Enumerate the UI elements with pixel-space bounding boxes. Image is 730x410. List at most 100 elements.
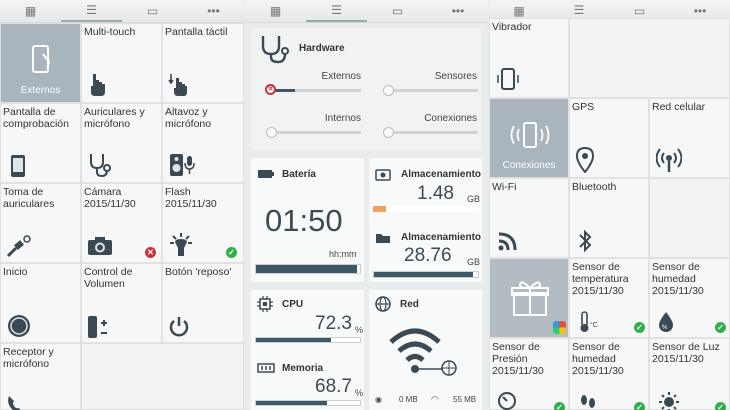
tile-wifi[interactable]: Wi-Fi xyxy=(489,178,569,258)
tile-flash[interactable]: Flash 2015/11/30 ✓ xyxy=(162,183,244,263)
storage2-unit: GB xyxy=(467,257,481,267)
hardware-card: Hardware Externos ✕ Sensores Internos Co… xyxy=(251,28,482,150)
svg-text:%: % xyxy=(662,325,668,331)
cell-tower-icon xyxy=(656,148,682,172)
smartphone-icon xyxy=(11,155,25,177)
tile-sensor-humedad-1[interactable]: Sensor de humedad 2015/11/30 % ✓ xyxy=(649,258,730,338)
ok-badge-icon: ✓ xyxy=(715,402,726,410)
tile-label: Wi-Fi xyxy=(492,181,517,193)
externos-label: Externos xyxy=(321,71,361,82)
tile-label: Sensor de humedad 2015/11/30 xyxy=(572,341,624,377)
ok-badge-icon: ✓ xyxy=(554,402,565,410)
phone-receiver-icon xyxy=(8,396,21,410)
tile-label: Sensor de Luz 2015/11/30 xyxy=(652,341,720,365)
thermometer-icon: °C xyxy=(580,311,598,332)
red-title: Red xyxy=(400,299,419,310)
tile-multi-touch[interactable]: Multi-touch xyxy=(81,23,162,103)
hardware-title: Hardware xyxy=(299,43,345,54)
ok-badge-icon: ✓ xyxy=(634,402,645,410)
top-tab-bar: ▦ ☰ ▭ ••• xyxy=(245,0,488,23)
tile-pantalla-comprobacion[interactable]: Pantalla de comprobación xyxy=(0,103,81,183)
tile-label: Externos xyxy=(20,85,61,96)
touch-arrows-icon xyxy=(168,74,187,96)
tile-label: GPS xyxy=(572,101,595,113)
tile-inicio[interactable]: Inicio xyxy=(0,263,81,343)
tile-label: Red celular xyxy=(652,101,706,113)
svg-text:°C: °C xyxy=(590,321,598,329)
tab-table-icon[interactable]: ▦ xyxy=(245,0,306,22)
externos-fail-knob-icon[interactable]: ✕ xyxy=(265,84,276,95)
tile-sensor-humedad-2[interactable]: Sensor de humedad 2015/11/30 ✓ xyxy=(569,338,649,410)
cpu-value: 72.3 xyxy=(315,313,352,334)
fail-badge-icon: ✕ xyxy=(145,247,156,258)
tab-table-icon[interactable]: ▦ xyxy=(0,0,61,22)
wifi-data-usage: 55 MB xyxy=(453,395,477,404)
storage1-level-fill xyxy=(373,206,386,212)
tile-boton-reposo[interactable]: Botón 'reposo' xyxy=(162,263,244,343)
tab-more-icon[interactable]: ••• xyxy=(183,0,244,22)
vibrate-phone-icon xyxy=(497,68,519,90)
tile-pantalla-tactil[interactable]: Pantalla táctil xyxy=(162,23,244,103)
tile-gps[interactable]: GPS xyxy=(569,98,649,178)
conexiones-slider[interactable] xyxy=(388,131,478,134)
phone-signal-icon xyxy=(510,122,550,148)
bluetooth-icon xyxy=(579,229,592,253)
tile-label: Bluetooth xyxy=(572,181,617,193)
battery-level-bar xyxy=(255,264,361,274)
top-tab-bar: ▦ ☰ ▭ ••• xyxy=(0,0,244,23)
tile-camara[interactable]: Cámara 2015/11/30 ✕ xyxy=(81,183,162,263)
sensores-slider[interactable] xyxy=(388,89,478,92)
storage1-value: 1.48 xyxy=(417,183,454,204)
storage2-value: 28.76 xyxy=(404,245,452,266)
memoria-unit: % xyxy=(355,388,364,398)
tab-battery-icon[interactable]: ▭ xyxy=(367,0,428,22)
memory-icon xyxy=(257,363,275,373)
phone-touch-icon xyxy=(32,45,51,73)
storage2-level-bar xyxy=(373,271,479,278)
network-card[interactable]: Red ◉ 0 MB ◠ 55 MB xyxy=(369,290,482,410)
water-drop-icon: % xyxy=(659,312,673,332)
tile-toma-auriculares[interactable]: Toma de auriculares xyxy=(0,183,81,263)
tile-label: Vibrador xyxy=(492,21,532,33)
tile-bluetooth[interactable]: Bluetooth xyxy=(569,178,649,258)
tile-label: Sensor de humedad 2015/11/30 xyxy=(652,261,704,297)
storage1-title: Almacenamiento xyxy=(401,169,482,180)
audio-jack-icon xyxy=(6,235,31,258)
wifi-icon: ◠ xyxy=(431,394,439,404)
empty-tile xyxy=(81,343,244,410)
tile-vibrador[interactable]: Vibrador xyxy=(489,18,569,98)
globe-icon xyxy=(375,296,391,312)
internos-slider[interactable] xyxy=(271,131,361,134)
tile-auriculares-microfono[interactable]: Auriculares y micrófono xyxy=(81,103,162,183)
storage-card[interactable]: Almacenamiento 1.48 GB Almacenamiento 28… xyxy=(369,158,482,282)
tile-gift-promo[interactable] xyxy=(489,258,569,338)
tile-red-celular[interactable]: Red celular xyxy=(649,98,730,178)
tile-label: Toma de auriculares xyxy=(3,186,55,210)
tile-sensor-luz[interactable]: Sensor de Luz 2015/11/30 ✓ xyxy=(649,338,730,410)
tab-checklist-icon[interactable]: ☰ xyxy=(306,0,367,22)
tab-more-icon[interactable]: ••• xyxy=(428,0,488,22)
location-pin-icon xyxy=(576,147,594,173)
battery-card[interactable]: Batería 01:50 hh:mm xyxy=(251,158,364,282)
gift-icon xyxy=(511,281,549,316)
panel-sensores: ▦ ☰ ▭ ••• Vibrador Conexiones GPS Red ce… xyxy=(489,0,730,410)
tile-receptor-microfono[interactable]: Receptor y micrófono xyxy=(0,343,81,410)
folder-icon xyxy=(376,234,390,243)
sensores-knob[interactable] xyxy=(383,85,394,96)
empty-tile xyxy=(649,178,730,258)
tile-label: Sensor de temperatura 2015/11/30 xyxy=(572,261,629,297)
tab-battery-icon[interactable]: ▭ xyxy=(122,0,183,22)
battery-time: 01:50 xyxy=(265,203,343,238)
tile-conexiones[interactable]: Conexiones xyxy=(489,98,569,178)
tab-checklist-icon[interactable]: ☰ xyxy=(61,0,122,22)
tile-control-volumen[interactable]: Control de Volumen xyxy=(81,263,162,343)
volume-buttons-icon xyxy=(88,316,107,338)
tile-externos[interactable]: Externos xyxy=(0,23,81,103)
conexiones-knob[interactable] xyxy=(383,127,394,138)
tile-altavoz-microfono[interactable]: Altavoz y micrófono xyxy=(162,103,244,183)
internos-knob[interactable] xyxy=(266,127,277,138)
cpu-memory-card[interactable]: CPU 72.3 % Memoria 68.7 % xyxy=(251,290,364,410)
tile-sensor-temperatura[interactable]: Sensor de temperatura 2015/11/30 °C ✓ xyxy=(569,258,649,338)
tile-sensor-presion[interactable]: Sensor de Presión 2015/11/30 ✓ xyxy=(489,338,569,410)
stethoscope-icon xyxy=(90,154,111,178)
